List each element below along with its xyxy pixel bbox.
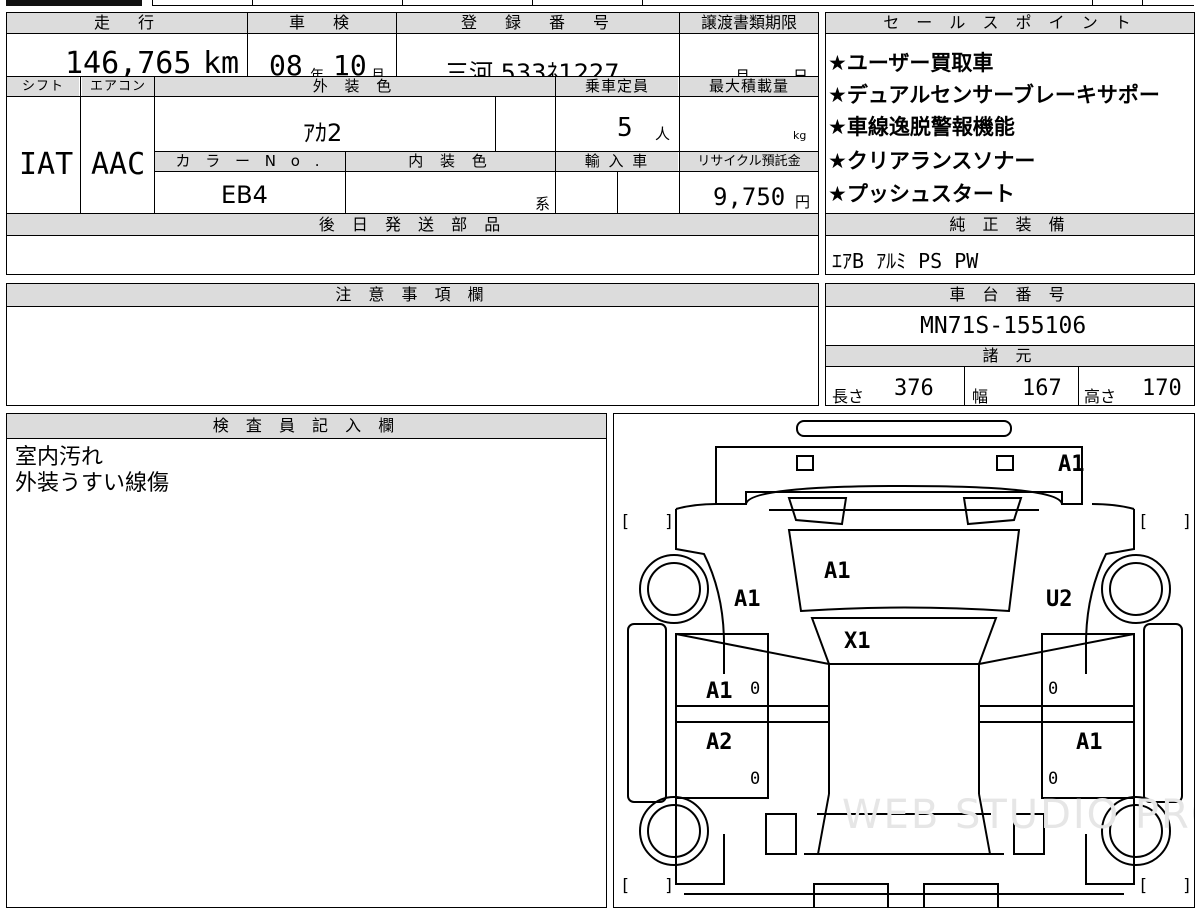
chassis-number: MN71S-155106	[920, 313, 1087, 339]
damage-mark-hood: A1	[824, 559, 851, 584]
door-zero: 0	[750, 679, 761, 699]
registration-header: 登 録 番 号	[397, 13, 679, 33]
inspector-note-line: 外装うすい線傷	[15, 471, 170, 496]
sales-points-panel: セ ー ル ス ポ イ ン ト ★ユーザー買取車 ★デュアルセンサーブレーキサポ…	[825, 12, 1195, 275]
capacity-unit: 人	[655, 125, 671, 143]
bracket-close: ]	[1182, 512, 1193, 532]
later-parts-header: 後 日 発 送 部 品	[7, 214, 818, 235]
damage-mark-right-rear-door: A1	[1076, 730, 1103, 755]
genuine-equipment-header: 純 正 装 備	[826, 214, 1194, 235]
height-value: 170	[1142, 376, 1182, 401]
bracket-open: [	[1138, 876, 1149, 896]
sales-point-item: ★プッシュスタート	[828, 182, 1015, 206]
sales-point-item: ★デュアルセンサーブレーキサポー	[828, 83, 1160, 107]
capacity-header: 乗車定員	[556, 77, 678, 96]
recycle-value: 9,750	[713, 183, 786, 211]
damage-mark-left-rear-door: A2	[706, 730, 733, 755]
chassis-panel: 車 台 番 号 MN71S-155106 諸 元 長さ 376 幅 167 高さ…	[825, 283, 1195, 406]
recycle-unit: 円	[795, 193, 811, 211]
color-no-header: カ ラ ー N o .	[155, 152, 345, 171]
interior-unit: 系	[535, 195, 551, 213]
damage-mark-right-fender: U2	[1046, 587, 1073, 612]
transfer-deadline-header: 譲渡書類期限	[680, 13, 818, 33]
sales-point-item: ★車線逸脱警報機能	[828, 115, 1015, 139]
damage-mark-windshield: X1	[844, 629, 871, 654]
chassis-header: 車 台 番 号	[826, 284, 1194, 306]
import-header: 輸 入 車	[556, 152, 678, 171]
top-black-block	[6, 0, 142, 6]
bracket-open: [	[1138, 512, 1149, 532]
door-zero: 0	[1048, 769, 1059, 789]
width-value: 167	[1022, 376, 1062, 401]
notes-header: 注 意 事 項 欄	[7, 284, 818, 306]
damage-mark-left-front-door: A1	[706, 679, 733, 704]
top-strip	[6, 0, 1194, 6]
watermark: WEB STUDIO PRO	[842, 792, 1195, 838]
aircon-value: AAC	[91, 147, 146, 182]
length-label: 長さ	[832, 387, 865, 406]
bracket-close: ]	[1182, 876, 1193, 896]
inspector-panel: 検 査 員 記 入 欄 室内汚れ 外装うすい線傷	[6, 413, 607, 908]
color-no-value: EB4	[221, 181, 268, 209]
bracket-close: ]	[664, 512, 675, 532]
max-load-unit: kg	[793, 129, 807, 142]
exterior-color-header: 外 装 色	[155, 77, 555, 96]
bracket-close: ]	[664, 876, 675, 896]
aircon-header: エアコン	[82, 77, 154, 96]
sales-points-header: セ ー ル ス ポ イ ン ト	[826, 13, 1194, 33]
interior-color-header: 内 装 色	[346, 152, 555, 171]
inspection-header: 車 検	[248, 13, 396, 33]
length-value: 376	[894, 376, 934, 401]
shift-header: シフト	[7, 77, 79, 96]
vehicle-info-table: 走 行 車 検 登 録 番 号 譲渡書類期限 146,765 km 08 年 1…	[6, 12, 819, 275]
notes-panel: 注 意 事 項 欄	[6, 283, 819, 406]
bracket-open: [	[620, 876, 631, 896]
damage-mark-left-fender: A1	[734, 587, 761, 612]
recycle-header: リサイクル預託金	[680, 152, 818, 171]
exterior-color-value: ｱｶ2	[303, 119, 343, 147]
door-zero: 0	[1048, 679, 1059, 699]
damage-mark-front-bumper: A1	[1058, 452, 1085, 477]
inspector-note-line: 室内汚れ	[15, 445, 104, 470]
mileage-header: 走 行	[7, 13, 247, 33]
capacity-value: 5	[617, 113, 633, 143]
dimensions-header: 諸 元	[826, 346, 1194, 366]
sales-point-item: ★ユーザー買取車	[828, 51, 994, 75]
sales-point-item: ★クリアランスソナー	[828, 149, 1036, 173]
shift-value: IAT	[19, 147, 74, 182]
bracket-open: [	[620, 512, 631, 532]
door-zero: 0	[750, 769, 761, 789]
width-label: 幅	[972, 387, 989, 406]
inspector-header: 検 査 員 記 入 欄	[7, 414, 606, 438]
genuine-equipment-value: ｴｱB ｱﾙﾐ PS PW	[832, 249, 979, 273]
car-damage-diagram: [ ] [ ] [ ] [ ] A1 A1 A1 U2 X1 A1 A2 A1 …	[613, 413, 1195, 908]
height-label: 高さ	[1084, 387, 1117, 406]
max-load-header: 最大積載量	[680, 77, 818, 96]
